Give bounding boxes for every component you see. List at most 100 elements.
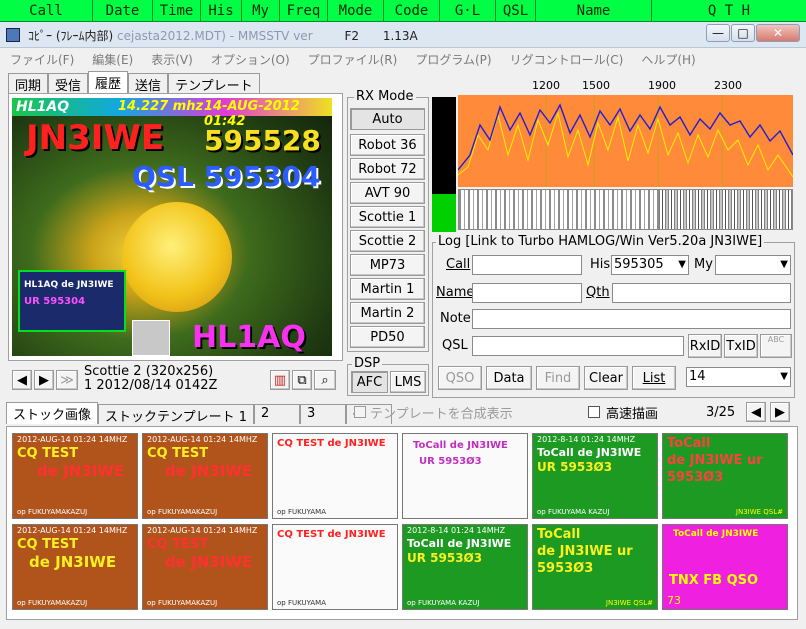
col-mode: Mode [328,0,384,21]
image-inset: HL1AQ de JN3IWE UR 595304 [18,270,126,332]
name-input[interactable] [472,283,582,303]
window-titlebar[interactable]: ｺﾋﾟｰ (ﾌﾚｰﾑ内部) cejasta2012.MDT) - MMSSTV … [0,22,806,48]
image-big-callsign: JN3IWE [26,118,165,158]
dsp-title: DSP [352,356,383,371]
magnifier-icon[interactable]: ⌕ [314,370,336,390]
clear-button[interactable]: Clear [584,366,628,390]
image-qsl-number: QSL 595304 [132,160,321,193]
chevron-down-icon: ▼ [780,259,788,270]
chevron-down-icon: ▼ [780,371,788,382]
rx-mode-title: RX Mode [354,89,416,104]
tab-sync[interactable]: 同期 [8,73,49,94]
rxid-button[interactable]: RxID [688,334,722,358]
qsl-input[interactable] [472,336,684,356]
rx-mode-robot36-button[interactable]: Robot 36 [350,134,425,156]
qso-button[interactable]: QSO [438,366,482,390]
stock-thumbnail[interactable]: 2012-8-14 01:24 14MHZ ToCall de JN3IWE U… [402,524,528,610]
next-image-button[interactable]: ▶ [34,370,54,390]
template-merge-checkbox[interactable] [354,406,366,418]
col-date: Date [93,0,153,21]
color-bars-icon[interactable]: ▥ [270,370,290,390]
qsl-label: QSL [442,338,468,353]
tab-template[interactable]: テンプレート [168,73,260,94]
waterfall-display[interactable] [458,189,793,230]
minimize-button[interactable]: — [706,24,730,42]
tab-stock-template-1[interactable]: ストックテンプレート 1 [98,404,255,425]
image-mode-caption: Scottie 2 (320x256) [84,364,214,379]
maximize-button[interactable]: □ [731,24,755,42]
hamlog-column-header: Call Date Time His My Freq Mode Code G·L… [0,0,806,22]
log-title: Log [Link to Turbo HAMLOG/Win Ver5.20a J… [436,234,765,249]
tab-send[interactable]: 送信 [128,73,169,94]
rx-mode-scottie1-button[interactable]: Scottie 1 [350,206,425,228]
stock-thumbnail[interactable]: ToCall de JN3IWE UR 5953Ø3 [402,433,528,519]
col-name: Name [536,0,652,21]
stock-thumbnail[interactable]: 2012-8-14 01:24 14MHZ ToCall de JN3IWE U… [532,433,658,519]
image-time-caption: 1 2012/08/14 0142Z [84,378,218,393]
afc-button[interactable]: AFC [351,371,388,393]
stock-thumbnail[interactable]: CQ TEST de JN3IWE op FUKUYAMA [272,524,398,610]
banner-call: HL1AQ [16,99,70,115]
close-button[interactable]: ✕ [756,24,800,42]
menu-file[interactable]: ファイル(F) [10,51,74,68]
rx-mode-scottie2-button[interactable]: Scottie 2 [350,230,425,252]
call-input[interactable] [472,255,582,275]
menu-option[interactable]: オプション(O) [211,51,290,68]
name-label: Name [436,285,475,300]
fast-draw-checkbox[interactable] [588,406,600,418]
stock-thumbnail[interactable]: 2012-AUG-14 01:24 14MHZ CQ TEST de JN3IW… [12,524,138,610]
copy-icon[interactable]: ⧉ [292,370,312,390]
tab-receive[interactable]: 受信 [48,73,89,94]
app-icon [6,28,20,42]
menu-program[interactable]: プログラム(P) [415,51,491,68]
skip-image-button[interactable]: ≫ [56,370,78,390]
list-button[interactable]: List [632,366,676,390]
rx-mode-avt90-button[interactable]: AVT 90 [350,182,425,204]
menu-view[interactable]: 表示(V) [151,51,193,68]
rx-mode-martin2-button[interactable]: Martin 2 [350,302,425,324]
tab-stock-3[interactable]: 3 [300,404,347,424]
data-button[interactable]: Data [486,366,532,390]
tab-history[interactable]: 履歴 [88,71,129,93]
abc-icon[interactable]: ABC [760,334,792,358]
col-qsl: QSL [496,0,536,21]
rx-mode-robot72-button[interactable]: Robot 72 [350,158,425,180]
my-select[interactable]: ▼ [715,255,791,275]
rx-mode-martin1-button[interactable]: Martin 1 [350,278,425,300]
menu-help[interactable]: ヘルプ(H) [641,51,695,68]
rx-mode-mp73-button[interactable]: MP73 [350,254,425,276]
rx-mode-pd50-button[interactable]: PD50 [350,326,425,348]
find-button[interactable]: Find [536,366,580,390]
stock-prev-button[interactable]: ◀ [746,402,766,422]
stock-thumbnail[interactable]: ToCall de JN3IWE ur 5953Ø3 JN3IWE QSL# [662,433,788,519]
template-merge-label: テンプレートを合成表示 [370,407,513,422]
stock-thumbnail[interactable]: 2012-AUG-14 01:24 14MHZ CQ TEST de JN3IW… [12,433,138,519]
txid-button[interactable]: TxID [724,334,758,358]
qth-input[interactable] [612,283,791,303]
spectrum-display[interactable] [458,95,793,187]
stock-thumbnail[interactable]: CQ TEST de JN3IWE op FUKUYAMA [272,433,398,519]
menu-profile[interactable]: プロファイル(R) [308,51,398,68]
main-tabs: 同期 受信 履歴 送信 テンプレート [8,71,260,95]
band-select[interactable]: 14 ▼ [686,367,791,387]
chevron-down-icon: ▼ [678,259,686,270]
image-footer-callsign: HL1AQ [192,320,306,355]
col-qth: Q T H [707,2,751,19]
menu-edit[interactable]: 編集(E) [92,51,133,68]
stock-thumbnail[interactable]: 2012-AUG-14 01:24 14MHZ CQ TEST de JN3IW… [142,433,268,519]
prev-image-button[interactable]: ◀ [12,370,32,390]
stock-thumbnail[interactable]: 2012-AUG-14 01:24 14MHZ CQ TEST de JN3IW… [142,524,268,610]
stock-next-button[interactable]: ▶ [770,402,790,422]
rx-mode-auto-button[interactable]: Auto [350,108,425,130]
stock-thumbnail[interactable]: ToCall de JN3IWE ur 5953Ø3 JN3IWE QSL# [532,524,658,610]
sstv-received-image[interactable]: HL1AQ 14.227 mhz 14-AUG-2012 01:42 JN3IW… [12,98,332,356]
note-input[interactable] [472,309,791,329]
fast-draw-label: 高速描画 [606,407,659,422]
his-select[interactable]: 595305 ▼ [611,255,689,275]
stock-thumbnail[interactable]: ToCall de JN3IWE TNX FB QSO 73 [662,524,788,610]
tab-stock-image[interactable]: ストック画像 [6,402,99,424]
lms-button[interactable]: LMS [390,371,426,393]
his-label: His [590,257,611,272]
menu-rig-control[interactable]: リグコントロール(C) [510,51,624,68]
tab-stock-2[interactable]: 2 [254,404,301,424]
